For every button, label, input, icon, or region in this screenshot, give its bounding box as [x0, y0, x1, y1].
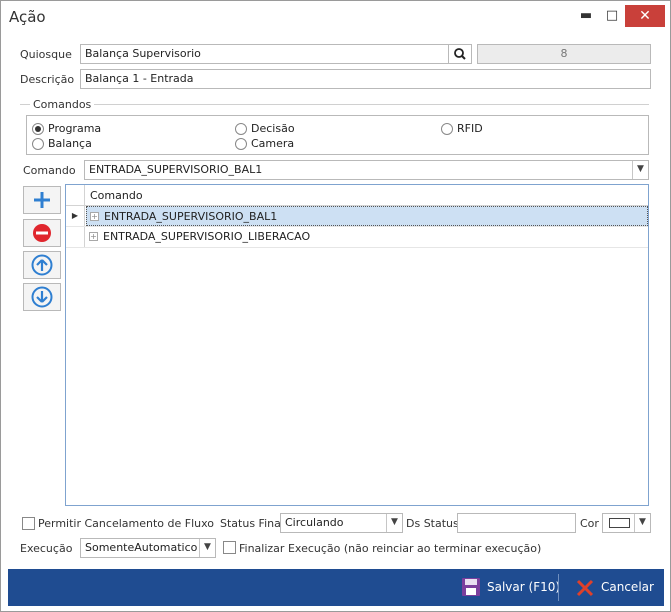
comandos-radio-group: Programa Balança Decisão Camera RFID	[26, 115, 649, 155]
comando-select-value: ENTRADA_SUPERVISORIO_BAL1	[89, 163, 263, 176]
quiosque-id-field: 8	[477, 44, 651, 64]
execucao-select[interactable]: SomenteAutomatico ▼	[80, 538, 216, 558]
descricao-label: Descrição	[20, 73, 75, 86]
row-indicator-icon: ▶	[66, 206, 85, 226]
radio-rfid-circle	[441, 123, 453, 135]
finalizar-execucao-checkbox[interactable]	[223, 541, 236, 554]
permitir-cancelamento-label: Permitir Cancelamento de Fluxo	[38, 517, 214, 530]
table-row[interactable]: ▶ + ENTRADA_SUPERVISORIO_BAL1	[66, 206, 648, 227]
quiosque-search-button[interactable]	[448, 44, 472, 64]
color-swatch	[609, 518, 630, 528]
comandos-group-title: Comandos	[30, 98, 95, 111]
descricao-input[interactable]: Balança 1 - Entrada	[80, 69, 651, 89]
radio-camera-label: Camera	[251, 137, 295, 150]
minus-circle-icon	[33, 224, 51, 242]
arrow-down-circle-icon	[31, 286, 53, 308]
save-icon	[462, 578, 480, 596]
comandos-group-line	[20, 104, 649, 105]
comando-select[interactable]: ENTRADA_SUPERVISORIO_BAL1 ▼	[84, 160, 649, 180]
grid-header: Comando	[66, 185, 648, 206]
expand-icon[interactable]: +	[89, 232, 98, 241]
arrow-up-circle-icon	[31, 254, 53, 276]
status-final-label: Status Final	[220, 517, 284, 530]
grid-header-indicator	[66, 185, 85, 205]
search-icon	[454, 48, 466, 60]
table-cell[interactable]: + ENTRADA_SUPERVISORIO_BAL1	[86, 206, 648, 226]
remove-command-button[interactable]	[23, 219, 61, 247]
radio-rfid-label: RFID	[457, 122, 483, 135]
close-icon	[576, 579, 594, 597]
quiosque-label: Quiosque	[20, 48, 72, 61]
expand-icon[interactable]: +	[90, 212, 99, 221]
table-row[interactable]: + ENTRADA_SUPERVISORIO_LIBERACAO	[66, 227, 648, 248]
close-button[interactable]: ✕	[625, 5, 665, 27]
save-button-label: Salvar (F10)	[487, 580, 561, 594]
radio-decisao-label: Decisão	[251, 122, 295, 135]
cancel-button-label: Cancelar	[601, 580, 654, 594]
table-cell-text: ENTRADA_SUPERVISORIO_BAL1	[104, 210, 278, 223]
cancel-button[interactable]: Cancelar	[573, 569, 659, 606]
chevron-down-icon[interactable]: ▼	[634, 514, 650, 532]
comando-label: Comando	[23, 164, 76, 177]
quiosque-input[interactable]: Balança Supervisorio	[80, 44, 449, 64]
finalizar-execucao-label: Finalizar Execução (não reinciar ao term…	[239, 542, 542, 555]
radio-balanca-label: Balança	[48, 137, 92, 150]
radio-camera-circle	[235, 138, 247, 150]
move-down-button[interactable]	[23, 283, 61, 311]
cor-select[interactable]: ▼	[602, 513, 651, 533]
execucao-value: SomenteAutomatico	[85, 541, 198, 554]
move-up-button[interactable]	[23, 251, 61, 279]
footer-bar: Salvar (F10) Cancelar	[8, 569, 664, 606]
cor-label: Cor	[580, 517, 599, 530]
window-title: Ação	[9, 8, 46, 26]
plus-icon	[34, 192, 50, 208]
ds-status-input[interactable]	[457, 513, 576, 533]
table-cell-text: ENTRADA_SUPERVISORIO_LIBERACAO	[103, 230, 311, 243]
radio-programa-circle	[32, 123, 44, 135]
maximize-button[interactable]: □	[597, 5, 627, 27]
execucao-label: Execução	[20, 542, 73, 555]
status-final-value: Circulando	[285, 516, 344, 529]
radio-balanca-circle	[32, 138, 44, 150]
grid-column-comando[interactable]: Comando	[90, 189, 143, 202]
ds-status-label: Ds Status	[406, 517, 459, 530]
permitir-cancelamento-checkbox[interactable]	[22, 517, 35, 530]
acao-dialog: Ação ▬ □ ✕ Quiosque Balança Supervisorio…	[0, 0, 671, 612]
save-button[interactable]: Salvar (F10)	[458, 569, 560, 606]
title-bar: Ação ▬ □ ✕	[1, 1, 670, 33]
add-command-button[interactable]	[23, 186, 61, 214]
chevron-down-icon[interactable]: ▼	[199, 539, 215, 557]
radio-programa-label: Programa	[48, 122, 102, 135]
footer-separator	[558, 574, 559, 601]
row-indicator	[66, 227, 85, 247]
table-cell[interactable]: + ENTRADA_SUPERVISORIO_LIBERACAO	[86, 227, 648, 247]
status-final-select[interactable]: Circulando ▼	[280, 513, 403, 533]
comandos-grid: Comando ▶ + ENTRADA_SUPERVISORIO_BAL1 + …	[65, 184, 649, 506]
radio-decisao-circle	[235, 123, 247, 135]
chevron-down-icon[interactable]: ▼	[386, 514, 402, 532]
chevron-down-icon[interactable]: ▼	[632, 161, 648, 179]
